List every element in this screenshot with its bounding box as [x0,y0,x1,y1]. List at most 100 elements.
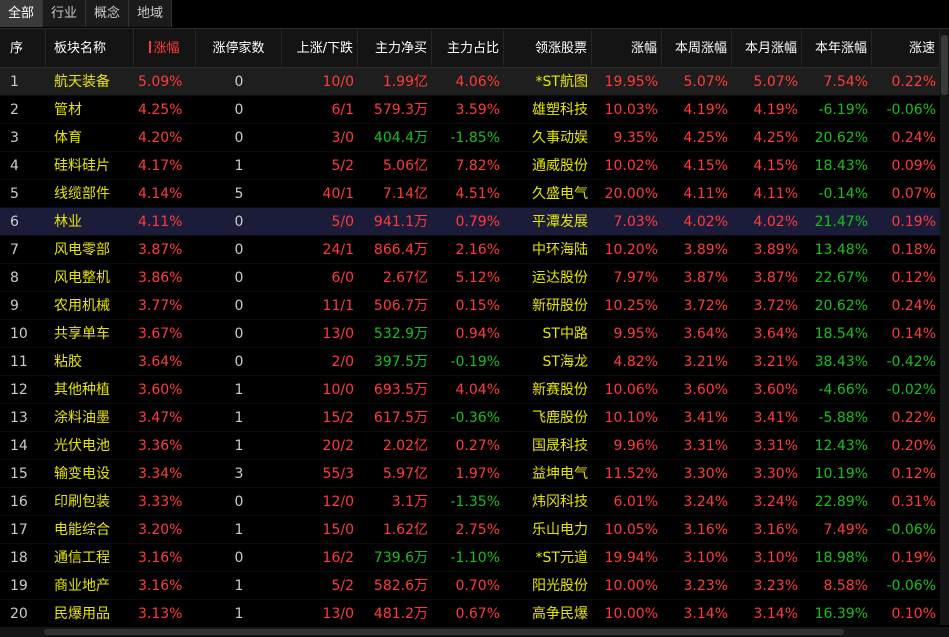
col-name[interactable]: 板块名称 [46,29,134,67]
table-row[interactable]: 2 管材 4.25% 0 6/1 579.3万 3.59% 雄塑科技 10.03% 4.19% 4.… [0,96,940,124]
row-up-down: 13/0 [322,326,354,342]
row-leader: 平潭发展 [532,214,588,230]
table-row[interactable]: 3 体育 4.20% 0 3/0 404.4万 -1.85% 久事动娱 9.35% 4.25% 4.… [0,124,940,152]
row-main-ratio: -1.10% [450,550,500,566]
row-name: 管材 [54,102,82,118]
sector-table: 序 板块名称 涨幅 涨停家数 上涨/下跌 主力净买 主力占比 领涨股票 涨幅 本… [0,29,940,628]
row-pct: 5.09% [138,74,183,90]
row-leader: 炜冈科技 [532,494,588,510]
row-pct: 3.67% [138,326,183,342]
table-row[interactable]: 7 风电零部 3.87% 0 24/1 866.4万 2.16% 中环海陆 10.20% 3.89… [0,236,940,264]
row-month-chg: 4.19% [753,102,798,118]
row-leader-chg: 10.03% [604,102,658,118]
vertical-scroll-thumb[interactable] [941,35,948,95]
table-row[interactable]: 6 林业 4.11% 0 5/0 941.1万 0.79% 平潭发展 7.03% 4.02% 4.0… [0,208,940,236]
row-up-down: 5/2 [331,578,354,594]
table-header: 序 板块名称 涨幅 涨停家数 上涨/下跌 主力净买 主力占比 领涨股票 涨幅 本… [0,29,940,68]
row-week-chg: 3.31% [683,438,728,454]
row-name: 涂料油墨 [54,410,110,426]
row-speed: 0.31% [891,494,936,510]
row-week-chg: 5.07% [683,74,728,90]
row-pct: 3.77% [138,298,183,314]
row-year-chg: -0.14% [818,186,868,202]
row-main-ratio: 1.97% [455,466,500,482]
table-row[interactable]: 8 风电整机 3.86% 0 6/0 2.67亿 5.12% 运达股份 7.97% 3.87% 3.… [0,264,940,292]
row-year-chg: -4.66% [818,382,868,398]
row-up-down: 24/1 [322,242,354,258]
row-speed: 0.10% [891,606,936,622]
row-week-chg: 4.02% [683,214,728,230]
row-seq: 1 [10,74,19,90]
row-main-ratio: 7.82% [455,158,500,174]
col-week-chg[interactable]: 本周涨幅 [662,29,732,67]
row-speed: 0.18% [891,242,936,258]
row-seq: 13 [10,410,28,426]
table-row[interactable]: 13 涂料油墨 3.47% 1 15/2 617.5万 -0.36% 飞鹿股份 10.10% 3.… [0,404,940,432]
table-row[interactable]: 4 硅料硅片 4.17% 1 5/2 5.06亿 7.82% 通威股份 10.02% 4.15% 4… [0,152,940,180]
row-leader: ST海龙 [542,354,588,370]
row-pct: 3.33% [138,494,183,510]
col-main-ratio[interactable]: 主力占比 [432,29,504,67]
row-speed: 0.22% [891,74,936,90]
row-up-down: 6/0 [331,270,354,286]
tab-all[interactable]: 全部 [0,0,44,27]
col-leader-chg[interactable]: 涨幅 [592,29,662,67]
row-month-chg: 3.24% [753,494,798,510]
row-up-down: 11/1 [322,298,354,314]
col-up-down[interactable]: 上涨/下跌 [282,29,358,67]
row-speed: 0.24% [891,298,936,314]
table-row[interactable]: 20 民爆用品 3.13% 1 13/0 481.2万 0.67% 高争民爆 10.00% 3.1… [0,600,940,628]
row-week-chg: 3.41% [683,410,728,426]
row-main-ratio: 4.04% [455,382,500,398]
tab-region[interactable]: 地域 [129,0,173,27]
row-pct: 3.60% [138,382,183,398]
row-pct: 3.34% [138,466,183,482]
col-year-chg[interactable]: 本年涨幅 [802,29,872,67]
table-row[interactable]: 17 电能综合 3.20% 1 15/0 1.62亿 2.75% 乐山电力 10.05% 3.16… [0,516,940,544]
table-row[interactable]: 16 印刷包装 3.33% 0 12/0 3.1万 -1.35% 炜冈科技 6.01% 3.24%… [0,488,940,516]
col-month-chg[interactable]: 本月涨幅 [732,29,802,67]
row-limit-count: 5 [234,186,244,202]
table-row[interactable]: 14 光伏电池 3.36% 1 20/2 2.02亿 0.27% 国晟科技 9.96% 3.31%… [0,432,940,460]
col-leader[interactable]: 领涨股票 [504,29,592,67]
row-name: 共享单车 [54,326,110,342]
table-row[interactable]: 12 其他种植 3.60% 1 10/0 693.5万 4.04% 新赛股份 10.06% 3.6… [0,376,940,404]
row-limit-count: 1 [234,578,244,594]
table-row[interactable]: 18 通信工程 3.16% 0 16/2 739.6万 -1.10% *ST元道 19.94% 3… [0,544,940,572]
row-pct: 3.64% [138,354,183,370]
row-name: 线缆部件 [54,186,110,202]
row-speed: -0.06% [886,522,936,538]
horizontal-scrollbar[interactable] [0,627,949,637]
row-seq: 18 [10,550,28,566]
row-week-chg: 3.64% [683,326,728,342]
row-up-down: 12/0 [322,494,354,510]
tab-industry[interactable]: 行业 [43,0,87,27]
row-seq: 3 [10,130,19,146]
row-main-ratio: 2.75% [455,522,500,538]
tab-concept[interactable]: 概念 [86,0,130,27]
horizontal-scroll-thumb[interactable] [44,629,844,635]
row-speed: -0.02% [886,382,936,398]
row-week-chg: 3.60% [683,382,728,398]
col-speed[interactable]: 涨速 [872,29,940,67]
row-week-chg: 4.25% [683,130,728,146]
col-pct[interactable]: 涨幅 [134,29,196,67]
col-seq[interactable]: 序 [0,29,46,67]
table-row[interactable]: 10 共享单车 3.67% 0 13/0 532.9万 0.94% ST中路 9.95% 3.64… [0,320,940,348]
table-row[interactable]: 9 农用机械 3.77% 0 11/1 506.7万 0.15% 新研股份 10.25% 3.72… [0,292,940,320]
col-limit-count[interactable]: 涨停家数 [196,29,282,67]
table-row[interactable]: 1 航天装备 5.09% 0 10/0 1.99亿 4.06% *ST航图 19.95% 5.07… [0,68,940,96]
row-leader-chg: 6.01% [613,494,658,510]
vertical-scrollbar[interactable] [940,29,949,625]
row-net-inflow: 5.06亿 [382,158,428,174]
row-name: 硅料硅片 [54,158,110,174]
table-row[interactable]: 5 线缆部件 4.14% 5 40/1 7.14亿 4.51% 久盛电气 20.00% 4.11%… [0,180,940,208]
row-net-inflow: 3.1万 [391,494,428,510]
row-main-ratio: 5.12% [455,270,500,286]
table-row[interactable]: 15 输变电设 3.34% 3 55/3 5.97亿 1.97% 益坤电气 11.52% 3.30… [0,460,940,488]
table-row[interactable]: 19 商业地产 3.16% 1 5/2 582.6万 0.70% 阳光股份 10.00% 3.23… [0,572,940,600]
row-year-chg: 7.49% [823,522,868,538]
table-row[interactable]: 11 粘胶 3.64% 0 2/0 397.5万 -0.19% ST海龙 4.82% 3.21% 3… [0,348,940,376]
row-week-chg: 3.87% [683,270,728,286]
col-net-inflow[interactable]: 主力净买 [358,29,432,67]
